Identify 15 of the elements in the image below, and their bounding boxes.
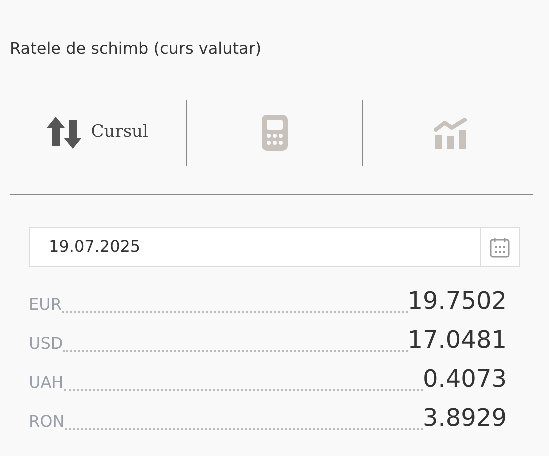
date-field[interactable]: 19.07.2025 — [29, 227, 481, 267]
rate-value: 3.8929 — [423, 404, 507, 432]
calendar-icon[interactable] — [490, 236, 510, 258]
bar-chart-icon — [434, 117, 468, 149]
currency-code: RON — [29, 412, 65, 432]
currency-code: UAH — [29, 373, 64, 393]
rate-value: 19.7502 — [408, 287, 507, 315]
currency-code: USD — [29, 334, 64, 354]
up-down-arrows-icon — [47, 117, 84, 149]
panel-title: Ratele de schimb (curs valutar) — [10, 38, 263, 60]
rate-value: 0.4073 — [423, 365, 507, 393]
rate-value: 17.0481 — [408, 326, 507, 354]
currency-code: EUR — [29, 295, 62, 315]
tab[interactable]: Cursul — [10, 100, 186, 166]
calculator-icon — [262, 115, 288, 151]
